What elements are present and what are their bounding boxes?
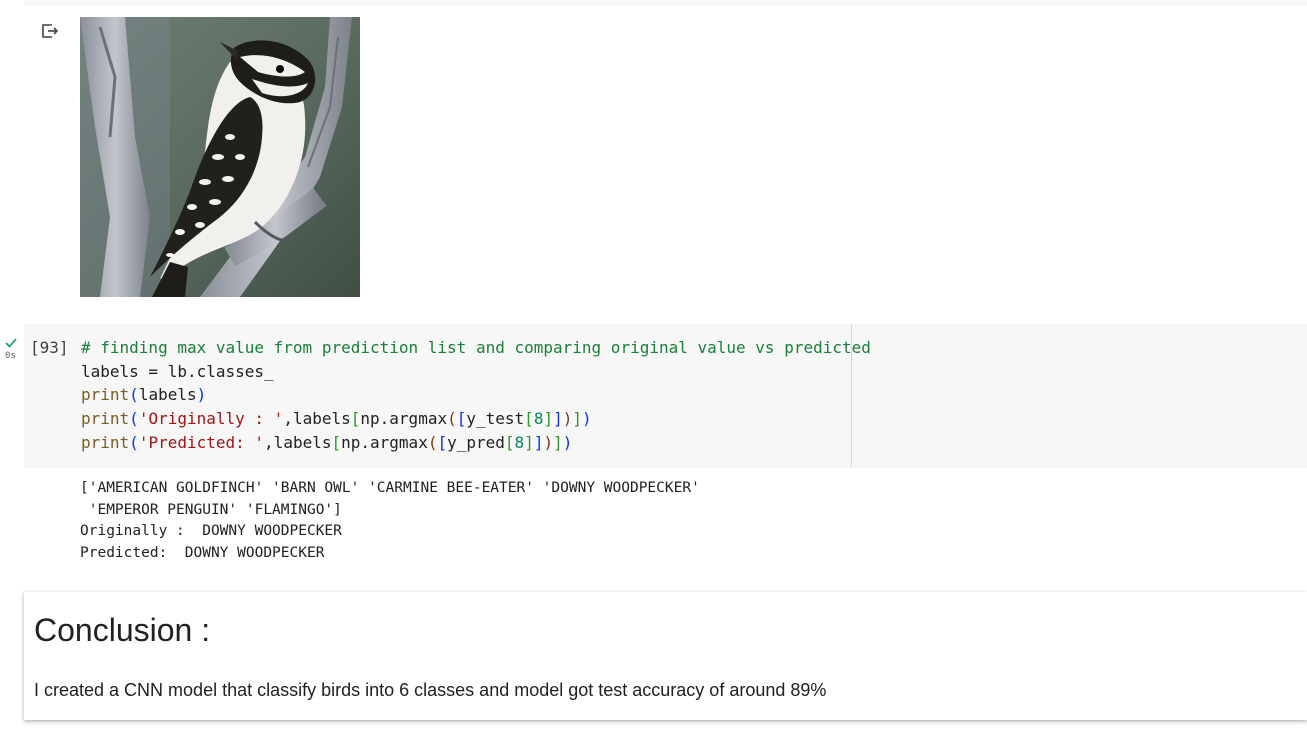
code-token: ): [196, 385, 207, 405]
code-token: # finding max value from prediction list…: [81, 338, 871, 357]
check-icon: [4, 336, 18, 348]
code-token: 'Originally : ': [138, 409, 284, 429]
code-token: labels: [138, 385, 197, 405]
bird-output-image: [80, 17, 360, 297]
execution-count: [93]: [30, 338, 69, 357]
code-token: 8: [514, 432, 525, 452]
code-token: (: [129, 385, 139, 405]
code-token: [: [350, 409, 361, 429]
code-token: print: [81, 385, 130, 405]
code-token: print: [81, 409, 130, 429]
code-token: ]: [553, 409, 563, 429]
code-token: [: [504, 432, 515, 452]
code-token: ]: [572, 409, 583, 429]
code-token: ]: [524, 432, 534, 452]
conclusion-heading: Conclusion :: [34, 612, 211, 648]
conclusion-text: I created a CNN model that classify bird…: [34, 680, 827, 700]
output-arrow-icon[interactable]: [40, 22, 60, 40]
code-token: y_pred: [447, 432, 505, 452]
code-token: [: [456, 409, 467, 429]
code-token: ]: [543, 409, 554, 429]
code-line: labels = lb.classes_: [81, 360, 871, 384]
code-token: (: [129, 409, 139, 429]
output-line: ['AMERICAN GOLDFINCH' 'BARN OWL' 'CARMIN…: [80, 480, 700, 496]
code-token: ): [543, 432, 554, 452]
code-token: ): [562, 432, 573, 452]
code-token: labels = lb.classes_: [81, 361, 274, 381]
code-token: [: [524, 409, 534, 429]
output-line: Originally : DOWNY WOODPECKER: [80, 523, 342, 539]
output-line: 'EMPEROR PENGUIN' 'FLAMINGO']: [80, 501, 342, 518]
code-token: ,labels: [264, 432, 332, 452]
code-token: ,labels: [283, 409, 351, 429]
code-token: ): [582, 409, 592, 429]
code-token: 8: [533, 409, 544, 429]
code-token: np.argmax: [360, 409, 448, 429]
notebook-page: 0s [93] # finding max value from predict…: [0, 0, 1307, 742]
code-token: ): [562, 409, 573, 429]
code-token: [: [437, 432, 448, 452]
cell-output-text: ['AMERICAN GOLDFINCH' 'BARN OWL' 'CARMIN…: [80, 478, 700, 564]
code-token: y_test: [466, 409, 525, 429]
code-token: (: [447, 409, 457, 429]
code-token: ]: [553, 432, 563, 452]
code-token: 'Predicted: ': [138, 432, 265, 452]
markdown-cell[interactable]: Conclusion : I created a CNN model that …: [24, 592, 1307, 720]
previous-cell-edge: [24, 0, 1307, 6]
code-line: # finding max value from prediction list…: [81, 336, 871, 360]
code-editor[interactable]: # finding max value from prediction list…: [81, 336, 871, 454]
code-line: print(labels): [81, 383, 871, 407]
code-line: print('Originally : ',labels[np.argmax([…: [81, 407, 871, 431]
code-token: print: [81, 432, 130, 452]
output-line: Predicted: DOWNY WOODPECKER: [80, 544, 325, 561]
code-token: (: [129, 432, 139, 452]
execution-time: 0s: [5, 351, 16, 361]
code-token: [: [331, 432, 342, 452]
code-token: np.argmax: [341, 432, 428, 452]
code-line: print('Predicted: ',labels[np.argmax([y_…: [81, 431, 871, 455]
